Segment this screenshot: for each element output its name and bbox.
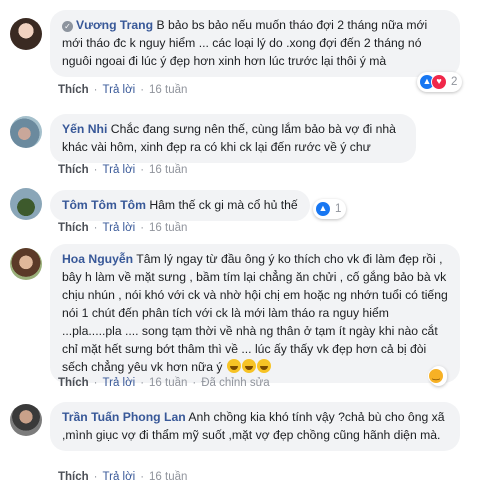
reactions-summary[interactable]: ▲ 1 xyxy=(313,199,347,219)
avatar[interactable] xyxy=(10,116,42,148)
verified-icon: ✓ xyxy=(62,21,73,32)
comment-bubble: Tôm Tôm Tôm Hâm thế ck gi mà cổ hủ thế xyxy=(50,190,310,221)
love-icon: ♥ xyxy=(431,74,447,90)
like-link[interactable]: Thích xyxy=(58,471,89,483)
comment-actions: Thích · Trả lời · 16 tuần xyxy=(58,164,188,176)
timestamp[interactable]: 16 tuần xyxy=(149,471,187,483)
comment-bubble: Yến Nhi Chắc đang sưng nên thế, cùng lắm… xyxy=(50,114,416,163)
grinning-face-icon xyxy=(226,359,241,373)
comment-author[interactable]: Vương Trang xyxy=(76,18,153,32)
comment-text: Tâm lý ngay từ đầu ông ý ko thích cho vk… xyxy=(62,252,448,374)
reply-link[interactable]: Trả lời xyxy=(103,164,136,176)
comment-author[interactable]: Trần Tuấn Phong Lan xyxy=(62,410,186,424)
grinning-face-icon xyxy=(256,359,271,373)
avatar[interactable] xyxy=(10,18,42,50)
reactions-count: 1 xyxy=(335,203,342,215)
edited-label[interactable]: Đã chỉnh sửa xyxy=(201,377,269,389)
comment-author[interactable]: Tôm Tôm Tôm xyxy=(62,198,146,212)
avatar[interactable] xyxy=(10,248,42,280)
timestamp[interactable]: 16 tuần xyxy=(149,377,187,389)
reply-link[interactable]: Trả lời xyxy=(103,222,136,234)
timestamp[interactable]: 16 tuần xyxy=(149,84,187,96)
comment-bubble: Hoa Nguyễn Tâm lý ngay từ đầu ông ý ko t… xyxy=(50,244,460,383)
grinning-face-icon xyxy=(241,359,256,373)
like-icon: ▲ xyxy=(315,201,331,217)
comment-bubble: ✓ Vương Trang B bảo bs bảo nếu muốn tháo … xyxy=(50,10,460,77)
reply-link[interactable]: Trả lời xyxy=(103,84,136,96)
like-link[interactable]: Thích xyxy=(58,84,89,96)
comment-text: Hâm thế ck gi mà cổ hủ thế xyxy=(149,198,298,212)
reply-link[interactable]: Trả lời xyxy=(103,471,136,483)
like-link[interactable]: Thích xyxy=(58,164,89,176)
reactions-summary[interactable]: ‿ xyxy=(428,366,447,386)
comment-actions: Thích · Trả lời · 16 tuần xyxy=(58,471,188,483)
timestamp[interactable]: 16 tuần xyxy=(149,222,187,234)
avatar[interactable] xyxy=(10,404,42,436)
comment-author[interactable]: Hoa Nguyễn xyxy=(62,252,133,266)
reply-link[interactable]: Trả lời xyxy=(103,377,136,389)
comment-actions: Thích · Trả lời · 16 tuần · Đã chỉnh sửa xyxy=(58,377,270,389)
comment-bubble: Trần Tuấn Phong Lan Anh chồng kia khó tí… xyxy=(50,402,460,451)
haha-icon: ‿ xyxy=(428,368,444,384)
comment-actions: Thích · Trả lời · 16 tuần xyxy=(58,84,188,96)
timestamp[interactable]: 16 tuần xyxy=(149,164,187,176)
comment-text: Chắc đang sưng nên thế, cùng lắm bảo bà … xyxy=(62,122,396,154)
comment-actions: Thích · Trả lời · 16 tuần xyxy=(58,222,188,234)
like-link[interactable]: Thích xyxy=(58,222,89,234)
avatar[interactable] xyxy=(10,188,42,220)
like-link[interactable]: Thích xyxy=(58,377,89,389)
comment-author[interactable]: Yến Nhi xyxy=(62,122,107,136)
reactions-summary[interactable]: ▲ ♥ 2 xyxy=(417,72,463,92)
reactions-count: 2 xyxy=(451,76,458,88)
